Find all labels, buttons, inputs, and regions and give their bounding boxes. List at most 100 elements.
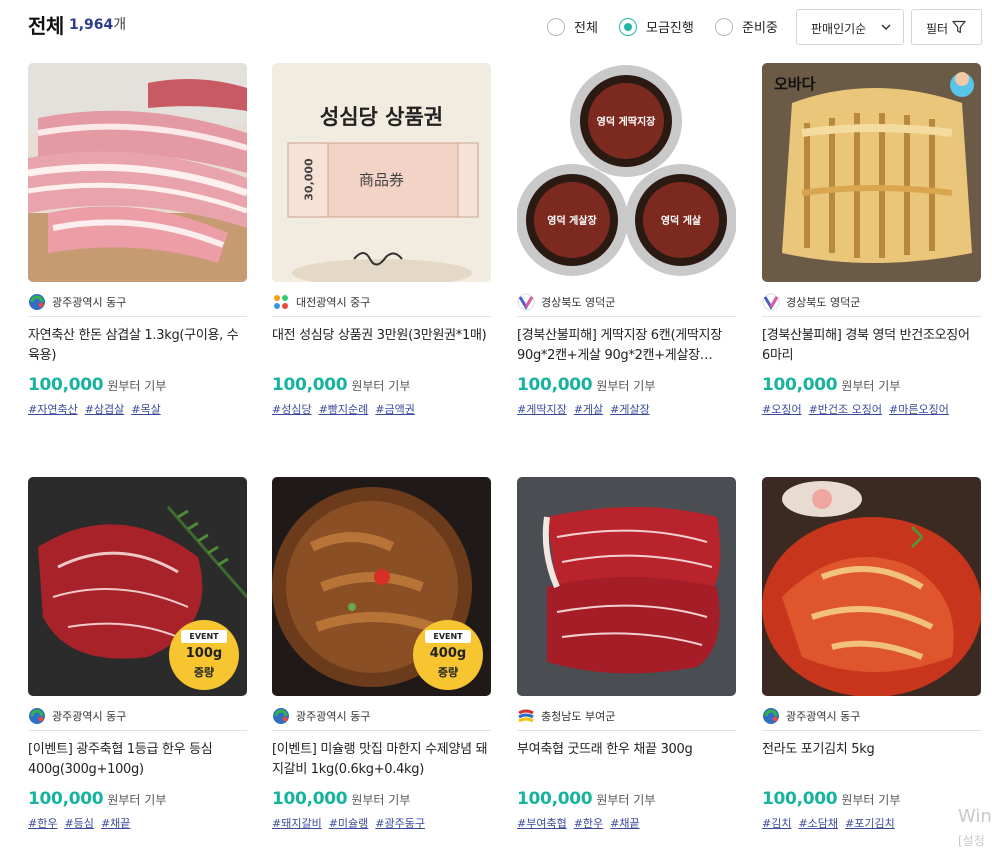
product-card[interactable]: EVENT 100g 증량 광주광역시 동구 [이벤트] 광주축협 1등급 한우… bbox=[28, 477, 247, 831]
tag-link[interactable]: #포기김치 bbox=[845, 815, 895, 831]
beef-sirloin-image[interactable]: EVENT 100g 증량 bbox=[28, 477, 247, 696]
tag-link[interactable]: #반건조 오징어 bbox=[809, 401, 882, 417]
product-price: 100,000 bbox=[762, 375, 838, 395]
region-name: 경상북도 영덕군 bbox=[786, 295, 861, 309]
kimchi-image[interactable] bbox=[762, 477, 981, 696]
product-price: 100,000 bbox=[517, 789, 593, 809]
price-suffix: 원부터 기부 bbox=[596, 379, 656, 393]
product-name[interactable]: 전라도 포기김치 5kg bbox=[762, 740, 981, 780]
yeongdeok-logo-icon bbox=[762, 293, 780, 310]
beef-striploin-image[interactable] bbox=[517, 477, 736, 696]
tag-list: #김치 #소담채 #포기김치 bbox=[762, 815, 981, 831]
tag-link[interactable]: #자연축산 bbox=[28, 401, 78, 417]
region-name: 광주광역시 동구 bbox=[296, 709, 371, 723]
region-row: 경상북도 영덕군 bbox=[762, 291, 981, 317]
product-name[interactable]: 대전 성심당 상품권 3만원(3만원권*1매) bbox=[272, 326, 491, 366]
radio-circle[interactable] bbox=[715, 17, 733, 36]
price-row: 100,000 원부터 기부 bbox=[28, 375, 247, 395]
event-badge-label: EVENT bbox=[425, 630, 471, 643]
gift-voucher-image[interactable]: 성심당 상품권 30,000 商品券 bbox=[272, 63, 491, 282]
gwangju-donggu-logo-icon bbox=[763, 707, 779, 724]
product-name[interactable]: [이벤트] 미슐랭 맛집 마한지 수제양념 돼지갈비 1kg(0.6kg+0.4… bbox=[272, 740, 491, 780]
radio-all-label: 전체 bbox=[574, 21, 598, 36]
tag-link[interactable]: #소담채 bbox=[798, 815, 838, 831]
radio-all[interactable]: 전체 bbox=[547, 17, 598, 36]
radio-fundraising-label: 모금진행 bbox=[646, 21, 694, 36]
voucher-label: 商品券 bbox=[358, 171, 404, 189]
tag-link[interactable]: #한우 bbox=[574, 815, 603, 831]
event-badge-text: 증량 bbox=[437, 666, 459, 679]
product-card[interactable]: 광주광역시 동구 자연축산 한돈 삼겹살 1.3kg(구이용, 수육용) 100… bbox=[28, 63, 247, 417]
radio-circle-selected[interactable] bbox=[619, 17, 637, 36]
event-badge-text: 증량 bbox=[193, 666, 215, 679]
tag-link[interactable]: #마른오징어 bbox=[889, 401, 949, 417]
product-price: 100,000 bbox=[272, 375, 348, 395]
tag-link[interactable]: #채끝 bbox=[610, 815, 639, 831]
tag-link[interactable]: #미슐랭 bbox=[329, 815, 369, 831]
result-count-unit: 개 bbox=[113, 17, 127, 33]
tag-link[interactable]: #등심 bbox=[64, 815, 93, 831]
product-card[interactable]: 충청남도 부여군 부여축협 굿뜨래 한우 채끝 300g 100,000 원부터… bbox=[517, 477, 736, 831]
tag-link[interactable]: #김치 bbox=[762, 815, 791, 831]
region-row: 광주광역시 동구 bbox=[28, 705, 247, 731]
product-price: 100,000 bbox=[272, 789, 348, 809]
region-row: 광주광역시 동구 bbox=[762, 705, 981, 731]
product-card[interactable]: 오바다 경상북도 영덕군 [경북산불피해] 경북 영덕 반건조오징어 6마리 1… bbox=[762, 63, 981, 417]
filter-button[interactable]: 필터 bbox=[911, 9, 982, 45]
tag-link[interactable]: #목살 bbox=[131, 401, 160, 417]
product-name[interactable]: [경북산불피해] 게딱지장 6캔(게딱지장 90g*2캔+게살 90g*2캔+게… bbox=[517, 326, 736, 366]
region-name: 광주광역시 동구 bbox=[786, 709, 861, 723]
tag-list: #한우 #등심 #채끝 bbox=[28, 815, 247, 831]
brand-logo-icon bbox=[353, 252, 403, 266]
product-card[interactable]: 성심당 상품권 30,000 商品券 대전광역시 중구 대전 성심당 상품권 3… bbox=[272, 63, 491, 417]
tag-link[interactable]: #게살 bbox=[574, 401, 603, 417]
price-row: 100,000 원부터 기부 bbox=[517, 375, 736, 395]
product-card[interactable]: 광주광역시 동구 전라도 포기김치 5kg 100,000 원부터 기부 #김치… bbox=[762, 477, 981, 831]
gwangju-donggu-logo-icon bbox=[273, 707, 289, 724]
tag-list: #돼지갈비 #미슐랭 #광주동구 bbox=[272, 815, 491, 831]
tag-link[interactable]: #채끝 bbox=[101, 815, 130, 831]
tag-link[interactable]: #돼지갈비 bbox=[272, 815, 322, 831]
tag-list: #오징어 #반건조 오징어 #마른오징어 bbox=[762, 401, 981, 417]
region-name: 대전광역시 중구 bbox=[296, 295, 371, 309]
radio-preparing[interactable]: 준비중 bbox=[715, 17, 778, 36]
price-row: 100,000 원부터 기부 bbox=[272, 789, 491, 809]
radio-preparing-label: 준비중 bbox=[742, 21, 778, 36]
marinated-ribs-image[interactable]: EVENT 400g 증량 bbox=[272, 477, 491, 696]
product-price: 100,000 bbox=[28, 789, 104, 809]
tag-link[interactable]: #성심당 bbox=[272, 401, 312, 417]
tag-link[interactable]: #게살장 bbox=[610, 401, 650, 417]
tag-link[interactable]: #금액권 bbox=[375, 401, 415, 417]
product-card[interactable]: EVENT 400g 증량 광주광역시 동구 [이벤트] 미슐랭 맛집 마한지 … bbox=[272, 477, 491, 831]
tag-link[interactable]: #빵지순례 bbox=[319, 401, 369, 417]
product-price: 100,000 bbox=[517, 375, 593, 395]
sort-select[interactable]: 판매인기순 bbox=[796, 9, 904, 45]
region-name: 경상북도 영덕군 bbox=[541, 295, 616, 309]
result-count-number: 1,964 bbox=[69, 17, 114, 33]
os-activation-watermark: Win bbox=[958, 806, 992, 827]
radio-fundraising[interactable]: 모금진행 bbox=[619, 17, 694, 36]
tag-link[interactable]: #광주동구 bbox=[375, 815, 425, 831]
product-card[interactable]: 영덕 게딱지장 영덕 게살장 영덕 게살 경상북도 영덕군 [경북산불피해] 게… bbox=[517, 63, 736, 417]
tag-link[interactable]: #한우 bbox=[28, 815, 57, 831]
pork-belly-image[interactable] bbox=[28, 63, 247, 282]
yeongdeok-logo-icon bbox=[517, 293, 535, 310]
tag-link[interactable]: #오징어 bbox=[762, 401, 802, 417]
region-row: 대전광역시 중구 bbox=[272, 291, 491, 317]
crab-cans-image[interactable]: 영덕 게딱지장 영덕 게살장 영덕 게살 bbox=[517, 63, 736, 282]
filter-button-label: 필터 bbox=[926, 22, 949, 36]
region-row: 충청남도 부여군 bbox=[517, 705, 736, 731]
radio-circle[interactable] bbox=[547, 17, 565, 36]
product-name[interactable]: [경북산불피해] 경북 영덕 반건조오징어 6마리 bbox=[762, 326, 981, 366]
gwangju-donggu-logo-icon bbox=[29, 293, 45, 310]
tag-link[interactable]: #삼겹살 bbox=[85, 401, 125, 417]
squid-image[interactable]: 오바다 bbox=[762, 63, 981, 282]
tag-link[interactable]: #부여축협 bbox=[517, 815, 567, 831]
event-badge-label: EVENT bbox=[181, 630, 227, 643]
product-name[interactable]: 부여축협 굿뜨래 한우 채끝 300g bbox=[517, 740, 736, 780]
price-suffix: 원부터 기부 bbox=[841, 379, 901, 393]
product-name[interactable]: [이벤트] 광주축협 1등급 한우 등심 400g(300g+100g) bbox=[28, 740, 247, 780]
product-name[interactable]: 자연축산 한돈 삼겹살 1.3kg(구이용, 수육용) bbox=[28, 326, 247, 366]
price-row: 100,000 원부터 기부 bbox=[762, 789, 981, 809]
tag-link[interactable]: #게딱지장 bbox=[517, 401, 567, 417]
